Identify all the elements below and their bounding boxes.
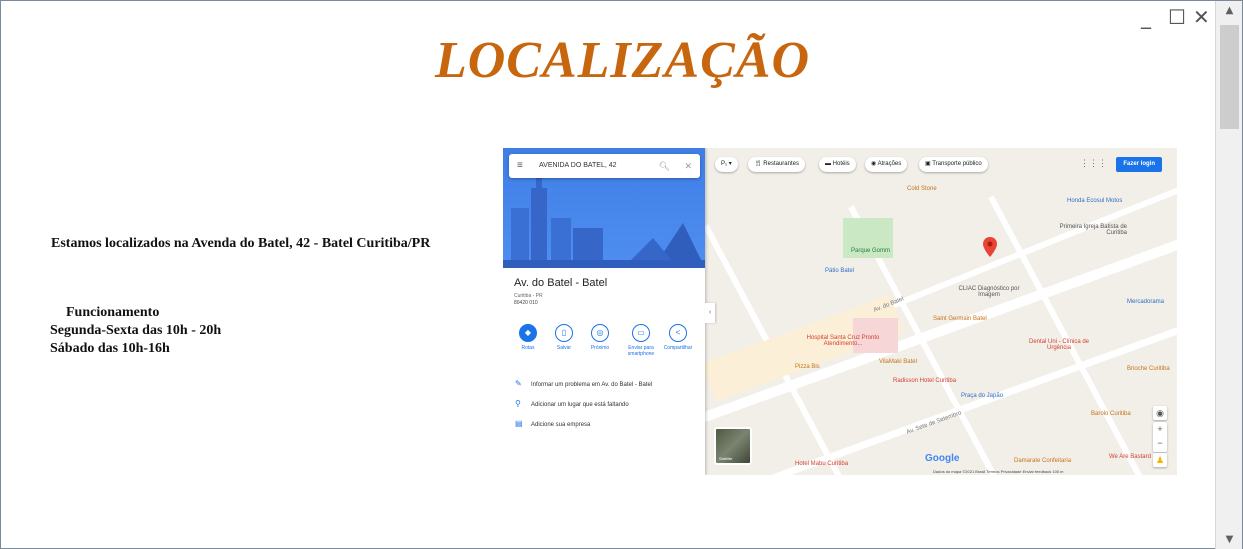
map-label[interactable]: Cold Stone [907,186,937,192]
google-logo: Google [925,453,960,464]
action-label: Compartilhar [663,345,693,351]
login-button[interactable]: Fazer login [1116,157,1162,172]
zoom-control[interactable]: + − [1153,422,1167,452]
map-label[interactable]: Saint Germain Batel [933,316,987,322]
map-label[interactable]: Parque Gomm [851,248,890,254]
send-to-phone-button[interactable]: ▭ Enviar para smartphone [623,324,659,357]
page-title: LOCALIZAÇÃO [434,32,811,89]
map-label[interactable]: Dental Uni - Clínica de Urgência [1019,339,1099,351]
link-label: Adicione sua empresa [531,422,591,428]
pegman-icon[interactable]: ♟ [1153,453,1167,467]
browser-window: _ ☐ ✕ ▲ ▼ LOCALIZAÇÃO Estamos localizado… [0,0,1243,549]
opening-hours: Funcionamento Segunda-Sexta das 10h - 20… [50,304,221,358]
link-label: Informar um problema em Av. do Batel - B… [531,382,653,388]
chip-hotels[interactable]: ▬ Hotéis [819,157,856,172]
search-value: AVENIDA DO BATEL, 42 [539,162,617,169]
map-label[interactable]: VilaMaki Batel [879,359,917,365]
chip-transit[interactable]: ▣ Transporte público [919,157,988,172]
map-label[interactable]: Mercadorama [1127,299,1164,305]
pencil-icon: ✎ [515,379,522,388]
satellite-label: Satélite [719,456,733,461]
map-label[interactable]: Pátio Batel [825,268,854,274]
maximize-icon[interactable]: ☐ [1168,7,1186,27]
zoom-in-icon[interactable]: + [1153,422,1167,436]
action-label: Rotas [521,345,535,351]
chip-attractions[interactable]: ◉ Atrações [865,157,908,172]
chip-label: Hotéis [832,161,850,167]
close-icon[interactable]: ✕ [1193,7,1210,27]
map-label[interactable]: Radisson Hotel Curitiba [893,378,956,384]
map-label[interactable]: Praça do Japão [961,393,1003,399]
chip-label: Atrações [877,161,902,167]
satellite-toggle[interactable]: Satélite [714,427,752,465]
link-label: Adicionar um lugar que está faltando [531,402,629,408]
map-label[interactable]: Primeira Igreja Batista de Curitiba [1047,224,1127,236]
add-place-icon: ⚲ [515,399,521,408]
embedded-map[interactable]: ≡ AVENIDA DO BATEL, 42 🔍︎ ✕ Av. do Batel… [503,148,1177,475]
clear-icon[interactable]: ✕ [684,154,692,178]
action-label: Próximo [590,345,610,351]
nearby-button[interactable]: ◎ Próximo [585,324,615,351]
menu-icon[interactable]: ≡ [517,154,523,178]
place-name: Av. do Batel - Batel [514,277,608,289]
map-label[interactable]: Damarate Confeitaria [1014,458,1071,464]
map-label[interactable]: CLIAC Diagnóstico por Imagem [949,286,1029,298]
place-cep: 80420 010 [514,300,538,306]
bookmark-icon: ▯ [555,324,573,342]
action-label: Enviar para smartphone [627,345,655,357]
add-business-link[interactable]: ▤ Adicione sua empresa [515,419,590,428]
location-pin-icon[interactable] [983,237,997,257]
apps-grid-icon[interactable]: ⋮⋮⋮ [1080,158,1107,169]
action-label: Salvar [556,345,572,351]
place-actions: ◆ Rotas ▯ Salvar ◎ Próximo ▭ Enviar para sma… [513,324,703,364]
save-button[interactable]: ▯ Salvar [549,324,579,351]
map-label[interactable]: Hospital Santa Cruz Pronto Atendimento..… [803,335,883,347]
add-place-link[interactable]: ⚲ Adicionar um lugar que está faltando [515,399,629,408]
chip-restaurants[interactable]: 🍴︎ Restaurantes [748,157,805,172]
map-label[interactable]: Honda Ecosul Motos [1067,198,1122,204]
place-city: Curitiba - PR [514,293,543,299]
directions-button[interactable]: ◆ Rotas [513,324,543,351]
layers-chip[interactable]: P₁ ▾ [715,157,738,172]
report-problem-link[interactable]: ✎ Informar um problema em Av. do Batel - … [515,379,652,388]
scroll-down-icon[interactable]: ▼ [1216,530,1243,549]
map-label[interactable]: Brioche Curitiba [1127,366,1170,372]
my-location-icon[interactable]: ◉ [1153,406,1167,420]
hours-heading: Funcionamento [66,305,160,320]
share-button[interactable]: < Compartilhar [663,324,693,351]
address-text: Estamos localizados na Avenda do Batel, … [51,236,431,251]
place-panel: ≡ AVENIDA DO BATEL, 42 🔍︎ ✕ Av. do Batel… [503,148,705,475]
hours-weekdays: Segunda-Sexta das 10h - 20h [50,323,222,338]
map-road [698,222,1177,424]
hours-saturday: Sábado das 10h-16h [50,341,170,356]
map-label[interactable]: Hotel Mabu Curitiba [795,461,848,467]
phone-icon: ▭ [632,324,650,342]
directions-icon: ◆ [519,324,537,342]
share-icon: < [669,324,687,342]
chip-label: Transporte público [932,161,982,167]
map-search-input[interactable]: ≡ AVENIDA DO BATEL, 42 🔍︎ ✕ [509,154,700,178]
map-label[interactable]: Pizza Bis [795,364,820,370]
zoom-out-icon[interactable]: − [1153,436,1167,450]
map-footer: Dados do mapa ©2021 Brasil Termos Privac… [933,469,1064,474]
nearby-icon: ◎ [591,324,609,342]
collapse-panel-icon[interactable]: ‹ [705,303,715,323]
search-icon[interactable]: 🔍︎ [659,154,670,178]
chip-label: Restaurantes [763,161,799,167]
map-label[interactable]: We Are Bastard [1109,454,1151,460]
map-label[interactable]: Barolo Curitiba [1091,411,1131,417]
business-icon: ▤ [515,419,523,428]
scroll-up-icon[interactable]: ▲ [1216,1,1243,21]
minimize-icon[interactable]: _ [1141,7,1151,27]
